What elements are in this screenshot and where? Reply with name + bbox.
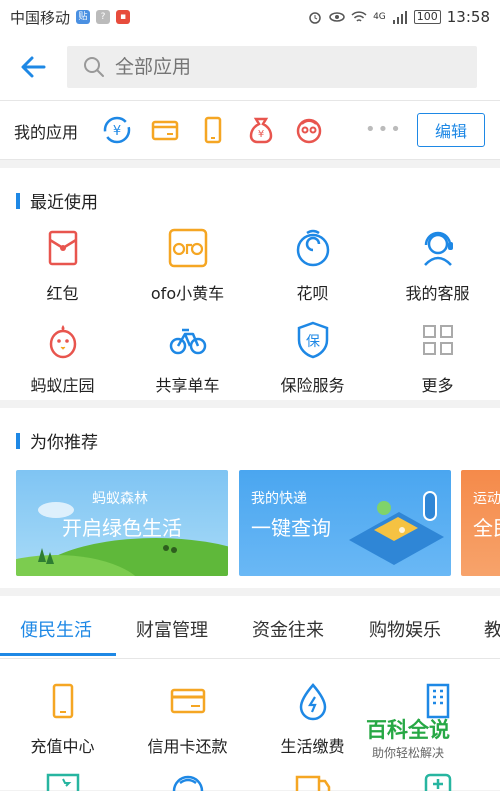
card-ant-forest[interactable]: 蚂蚁森林 开启绿色生活 [16, 470, 228, 576]
svg-text:¥: ¥ [113, 124, 121, 139]
ofo-icon [168, 228, 207, 268]
app-ofo[interactable]: ofo小黄车 [125, 228, 250, 304]
app-label: 更多 [421, 376, 454, 395]
watermark: 百科全说 助你轻松解决 [366, 714, 450, 761]
service-credit-card[interactable]: 信用卡还款 [125, 681, 250, 757]
recent-section: 最近使用 红包 ofo小黄车 花呗 我的客服 蚂蚁庄园 共享单车 保 保险服务 … [0, 168, 500, 400]
service-recharge[interactable]: 充值中心 [0, 681, 125, 757]
app-label: 蚂蚁庄园 [30, 376, 95, 395]
recommend-section: 为你推荐 蚂蚁森林 开启绿色生活 我的快递 一键查询 运动 全 [0, 408, 500, 588]
recent-title: 最近使用 [16, 188, 98, 213]
app-label: ofo小黄车 [150, 284, 225, 303]
card-express[interactable]: 我的快递 一键查询 [239, 470, 451, 576]
alarm-icon [309, 12, 321, 24]
red-packet-icon [48, 230, 77, 266]
app-label: 花呗 [296, 284, 329, 303]
title-accent-bar [16, 432, 20, 449]
app-label: 共享单车 [155, 376, 220, 395]
back-arrow-icon[interactable] [18, 52, 48, 82]
signal-icon [392, 11, 407, 24]
status-bar: 中国移动 贴 ? ▪ 4G 100 13:58 [0, 0, 500, 34]
partial-plus-icon [424, 773, 452, 791]
partial-star-icon [46, 773, 80, 791]
recommend-title: 为你推荐 [16, 428, 98, 453]
category-tabs: 便民生活 财富管理 资金往来 购物娱乐 教 [0, 596, 500, 659]
credit-card-icon [170, 688, 205, 714]
grid-more-icon [422, 325, 453, 355]
eye-icon [329, 12, 345, 22]
partial-truck-icon [295, 775, 331, 791]
card-title: 蚂蚁森林 [92, 491, 148, 507]
carrier-label: 中国移动 [10, 8, 71, 27]
partial-face-icon [172, 775, 204, 791]
money-bag-icon[interactable]: ¥ [246, 115, 276, 145]
card-icon[interactable] [150, 115, 180, 145]
phone-recharge-icon [52, 683, 73, 719]
search-header [0, 34, 500, 101]
tab-shopping[interactable]: 购物娱乐 [369, 616, 441, 642]
my-apps-label: 我的应用 [14, 123, 79, 142]
insurance-shield-icon: 保 [297, 321, 328, 359]
active-tab-indicator [0, 653, 116, 656]
svg-text:¥: ¥ [258, 129, 264, 140]
utility-bill-icon [299, 683, 326, 721]
chick-icon [49, 325, 76, 359]
app-red-packet[interactable]: 红包 [0, 228, 125, 304]
card-subtitle: 全民 [473, 516, 500, 540]
service-label: 充值中心 [30, 737, 95, 756]
phone-icon[interactable] [198, 115, 228, 145]
network-type: 4G [373, 12, 386, 22]
card-subtitle: 开启绿色生活 [62, 516, 182, 540]
tab-convenience[interactable]: 便民生活 [20, 616, 92, 642]
service-utility[interactable]: 生活缴费 [250, 681, 375, 757]
tab-funds[interactable]: 资金往来 [252, 616, 324, 642]
search-icon [84, 57, 104, 77]
yuan-transfer-icon[interactable]: ¥ [102, 115, 132, 145]
news-notification-icon: ▪ [116, 10, 131, 24]
title-accent-bar [16, 192, 20, 209]
app-customer-service[interactable]: 我的客服 [375, 228, 500, 304]
recommend-title-text: 为你推荐 [30, 433, 98, 453]
bicycle-icon [169, 328, 206, 355]
battery-indicator: 100 [413, 10, 441, 24]
card-sports[interactable]: 运动 全民 [461, 470, 500, 576]
mascot-icon[interactable] [294, 115, 324, 145]
search-box[interactable] [67, 46, 477, 88]
app-notification-icon: 贴 [76, 10, 91, 24]
edit-button[interactable]: 编辑 [417, 113, 485, 147]
card-title: 我的快递 [251, 491, 307, 507]
clock: 13:58 [446, 8, 490, 26]
watermark-subtitle: 助你轻松解决 [371, 746, 444, 760]
recent-title-text: 最近使用 [30, 193, 98, 213]
my-apps-bar: 我的应用 ¥ ¥ ••• 编辑 [0, 101, 500, 160]
customer-service-icon [423, 231, 453, 266]
app-insurance[interactable]: 保 保险服务 [250, 320, 375, 396]
wifi-icon [351, 11, 367, 22]
app-label: 我的客服 [405, 284, 470, 303]
app-ant-farm[interactable]: 蚂蚁庄园 [0, 320, 125, 396]
recommend-carousel: 蚂蚁森林 开启绿色生活 我的快递 一键查询 运动 全民 [16, 470, 500, 578]
app-more[interactable]: 更多 [375, 320, 500, 396]
tab-wealth[interactable]: 财富管理 [136, 616, 208, 642]
app-huabei[interactable]: 花呗 [250, 228, 375, 304]
svg-text:保: 保 [306, 334, 320, 350]
card-subtitle: 一键查询 [251, 516, 331, 540]
app-label: 红包 [46, 284, 79, 303]
tab-education[interactable]: 教 [484, 616, 500, 642]
app-label: 保险服务 [280, 376, 345, 395]
bluetooth-icon: ? [96, 10, 111, 24]
search-input[interactable] [113, 55, 457, 79]
service-label: 生活缴费 [280, 737, 345, 756]
app-shared-bike[interactable]: 共享单车 [125, 320, 250, 396]
huabei-icon [296, 229, 329, 267]
service-label: 信用卡还款 [147, 737, 228, 756]
more-dots: ••• [365, 119, 403, 140]
card-title: 运动 [473, 491, 500, 507]
watermark-title: 百科全说 [366, 718, 450, 742]
